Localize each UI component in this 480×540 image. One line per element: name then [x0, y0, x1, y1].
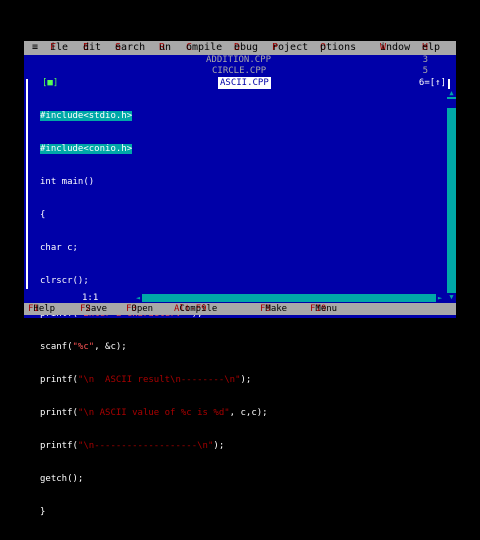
menu-bar: ≡ File Edit Search Run Compile Debug Pro… — [24, 41, 456, 55]
window-tab-addition[interactable]: ADDITION.CPP 3 — [24, 55, 456, 66]
window-tab-circle[interactable]: CIRCLE.CPP 5 — [24, 66, 456, 77]
window-title: ADDITION.CPP — [206, 55, 272, 65]
code-line: printf("\n ASCII value of %c is %d", c,c… — [40, 408, 268, 418]
window-number: 3 — [422, 55, 428, 65]
code-line: printf("\n-------------------\n"); — [40, 441, 225, 451]
code-line: getch(); — [40, 474, 84, 484]
code-line: scanf("%c", &c); — [40, 342, 127, 352]
code-line: } — [40, 507, 46, 517]
editor-frame — [26, 79, 450, 289]
status-bar: F1 Help F2 Save F3 Open Alt-F9 Compile F… — [24, 303, 456, 315]
window-title: CIRCLE.CPP — [212, 66, 267, 76]
turbo-c-ide: ≡ File Edit Search Run Compile Debug Pro… — [24, 41, 456, 517]
scroll-right-icon[interactable]: ► — [436, 294, 444, 302]
system-menu[interactable]: ≡ — [32, 41, 38, 55]
scroll-up-icon[interactable]: ▲ — [447, 89, 456, 97]
window-number: 5 — [422, 66, 428, 76]
scroll-left-icon[interactable]: ◄ — [134, 294, 142, 302]
scroll-thumb[interactable] — [447, 99, 456, 108]
vertical-scrollbar[interactable]: ▲ ▼ — [447, 89, 456, 301]
horizontal-scrollbar[interactable]: ◄ ► — [134, 294, 444, 302]
code-line: printf("\n ASCII result\n--------\n"); — [40, 375, 252, 385]
